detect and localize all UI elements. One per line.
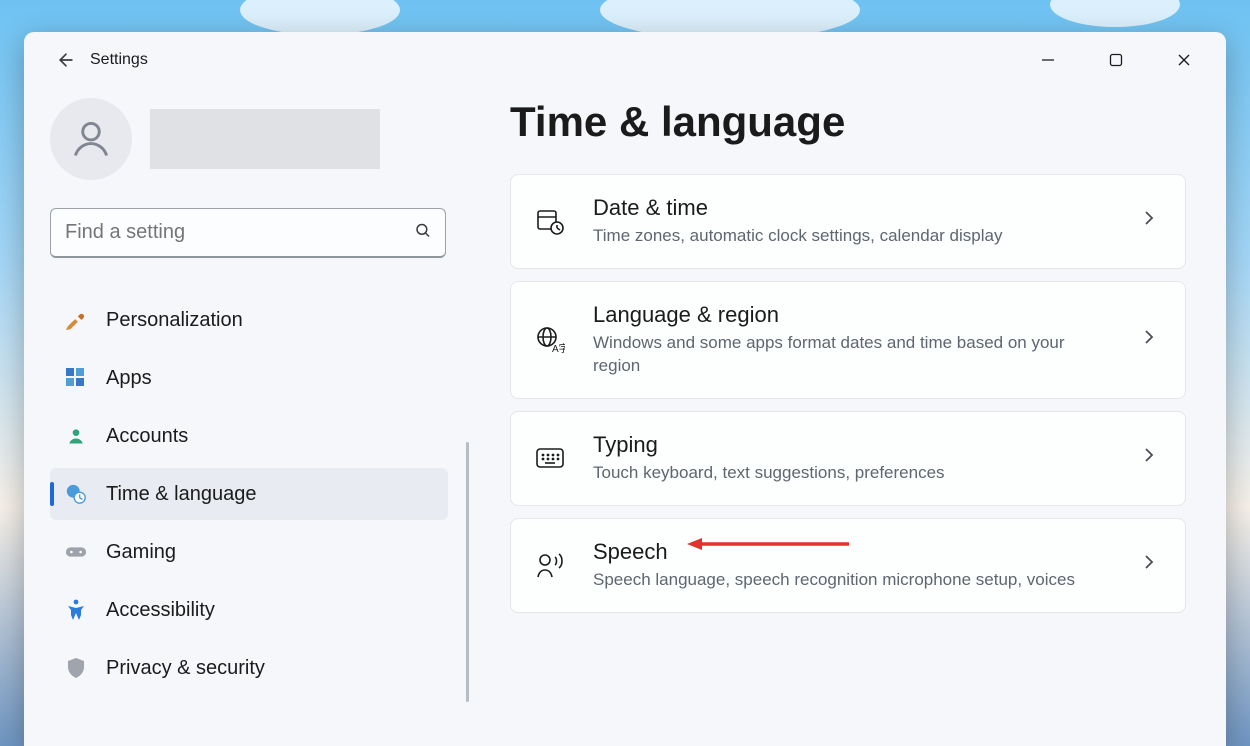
sidebar-item-privacy-security[interactable]: Privacy & security — [50, 642, 448, 694]
sidebar-item-apps[interactable]: Apps — [50, 352, 448, 404]
maximize-icon — [1109, 53, 1123, 67]
card-title: Speech — [593, 539, 1115, 565]
keyboard-icon — [533, 441, 567, 475]
date-time-card[interactable]: Date & time Time zones, automatic clock … — [510, 174, 1186, 269]
user-profile[interactable] — [50, 98, 486, 180]
card-subtitle: Time zones, automatic clock settings, ca… — [593, 225, 1115, 248]
card-subtitle: Windows and some apps format dates and t… — [593, 332, 1115, 378]
globe-text-icon: A字 — [533, 323, 567, 357]
apps-icon — [64, 366, 88, 390]
gamepad-icon — [64, 540, 88, 564]
sidebar-item-accessibility[interactable]: Accessibility — [50, 584, 448, 636]
sidebar-item-label: Privacy & security — [106, 657, 265, 680]
chevron-right-icon — [1141, 554, 1163, 576]
app-title: Settings — [90, 51, 148, 69]
sidebar-item-gaming[interactable]: Gaming — [50, 526, 448, 578]
close-icon — [1177, 53, 1191, 67]
sidebar-item-label: Accessibility — [106, 599, 215, 622]
back-arrow-icon — [56, 50, 76, 70]
sidebar: Personalization Apps Accounts — [24, 88, 486, 746]
titlebar: Settings — [24, 32, 1226, 88]
sidebar-item-accounts[interactable]: Accounts — [50, 410, 448, 462]
clock-globe-icon — [64, 482, 88, 506]
chevron-right-icon — [1141, 210, 1163, 232]
accessibility-icon — [64, 598, 88, 622]
language-region-card[interactable]: A字 Language & region Windows and some ap… — [510, 281, 1186, 399]
card-subtitle: Speech language, speech recognition micr… — [593, 569, 1115, 592]
minimize-button[interactable] — [1014, 40, 1082, 80]
close-button[interactable] — [1150, 40, 1218, 80]
card-title: Language & region — [593, 302, 1115, 328]
minimize-icon — [1041, 53, 1055, 67]
avatar — [50, 98, 132, 180]
chevron-right-icon — [1141, 447, 1163, 469]
svg-text:A字: A字 — [552, 342, 565, 355]
person-icon — [64, 424, 88, 448]
profile-name-redacted — [150, 109, 380, 169]
shield-icon — [64, 656, 88, 680]
card-text: Speech Speech language, speech recogniti… — [593, 539, 1115, 592]
back-button[interactable] — [46, 40, 86, 80]
typing-card[interactable]: Typing Touch keyboard, text suggestions,… — [510, 411, 1186, 506]
sidebar-item-time-language[interactable]: Time & language — [50, 468, 448, 520]
search-input-wrap — [50, 208, 446, 258]
sidebar-item-label: Accounts — [106, 425, 188, 448]
maximize-button[interactable] — [1082, 40, 1150, 80]
sidebar-item-label: Time & language — [106, 483, 256, 506]
search-input[interactable] — [50, 208, 446, 258]
search-icon — [414, 222, 432, 245]
calendar-clock-icon — [533, 204, 567, 238]
sidebar-item-label: Gaming — [106, 541, 176, 564]
window-body: Personalization Apps Accounts — [24, 88, 1226, 746]
card-text: Typing Touch keyboard, text suggestions,… — [593, 432, 1115, 485]
card-list: Date & time Time zones, automatic clock … — [510, 174, 1186, 613]
settings-window: Settings — [24, 32, 1226, 746]
sidebar-item-personalization[interactable]: Personalization — [50, 294, 448, 346]
card-title: Typing — [593, 432, 1115, 458]
sidebar-item-label: Apps — [106, 367, 152, 390]
sidebar-item-label: Personalization — [106, 309, 243, 332]
nav-list: Personalization Apps Accounts — [50, 294, 486, 694]
speech-card[interactable]: Speech Speech language, speech recogniti… — [510, 518, 1186, 613]
person-icon — [69, 117, 113, 161]
brush-icon — [64, 308, 88, 332]
card-subtitle: Touch keyboard, text suggestions, prefer… — [593, 462, 1115, 485]
speech-icon — [533, 548, 567, 582]
card-text: Date & time Time zones, automatic clock … — [593, 195, 1115, 248]
window-controls — [1014, 40, 1218, 80]
card-text: Language & region Windows and some apps … — [593, 302, 1115, 378]
chevron-right-icon — [1141, 329, 1163, 351]
page-title: Time & language — [510, 98, 1186, 146]
main-content: Time & language Date & time Time zones, … — [486, 88, 1226, 746]
card-title: Date & time — [593, 195, 1115, 221]
sidebar-scrollbar[interactable] — [466, 442, 469, 702]
